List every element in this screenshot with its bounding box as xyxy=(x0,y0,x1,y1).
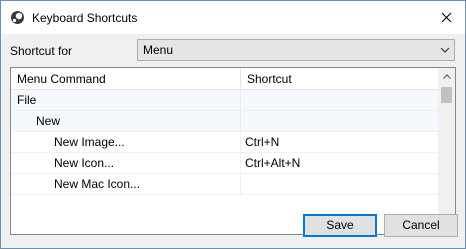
vertical-scrollbar[interactable] xyxy=(438,68,455,234)
shortcut-for-label: Shortcut for xyxy=(10,44,73,58)
row-command: New Image... xyxy=(11,132,241,153)
window-title: Keyboard Shortcuts xyxy=(32,11,138,25)
table-row[interactable]: New Icon... Ctrl+Alt+N xyxy=(11,153,439,174)
scrollbar-thumb[interactable] xyxy=(441,87,452,103)
row-shortcut[interactable]: Ctrl+N xyxy=(241,132,439,153)
shortcut-for-dropdown[interactable]: Menu xyxy=(137,39,455,61)
save-button[interactable]: Save xyxy=(303,214,377,237)
column-header-shortcut[interactable]: Shortcut xyxy=(241,68,439,90)
table-row[interactable]: New xyxy=(11,111,439,132)
table-row[interactable]: New Mac Icon... xyxy=(11,174,439,195)
table-row[interactable]: New Image... Ctrl+N xyxy=(11,132,439,153)
keyboard-shortcuts-dialog: Keyboard Shortcuts Shortcut for Menu Men… xyxy=(0,0,466,249)
cancel-button[interactable]: Cancel xyxy=(384,214,458,237)
grid-rows: File New New Image... Ctrl+N New Icon...… xyxy=(11,90,439,195)
row-shortcut[interactable] xyxy=(241,111,439,132)
grid-header: Menu Command Shortcut xyxy=(11,68,439,90)
scroll-up-arrow-icon[interactable] xyxy=(438,68,455,85)
close-icon[interactable] xyxy=(431,4,461,30)
row-command: New xyxy=(11,111,241,132)
app-logo-icon xyxy=(10,10,25,25)
row-command: New Mac Icon... xyxy=(11,174,241,195)
shortcuts-grid[interactable]: Menu Command Shortcut File New New Image… xyxy=(10,67,456,235)
title-bar: Keyboard Shortcuts xyxy=(1,1,465,34)
row-shortcut[interactable] xyxy=(241,90,439,111)
row-shortcut[interactable]: Ctrl+Alt+N xyxy=(241,153,439,174)
chevron-down-icon xyxy=(440,47,450,53)
row-command: New Icon... xyxy=(11,153,241,174)
shortcut-for-value: Menu xyxy=(143,43,174,57)
table-row[interactable]: File xyxy=(11,90,439,111)
row-command: File xyxy=(11,90,241,111)
column-header-menu-command[interactable]: Menu Command xyxy=(11,68,241,90)
row-shortcut[interactable] xyxy=(241,174,439,195)
